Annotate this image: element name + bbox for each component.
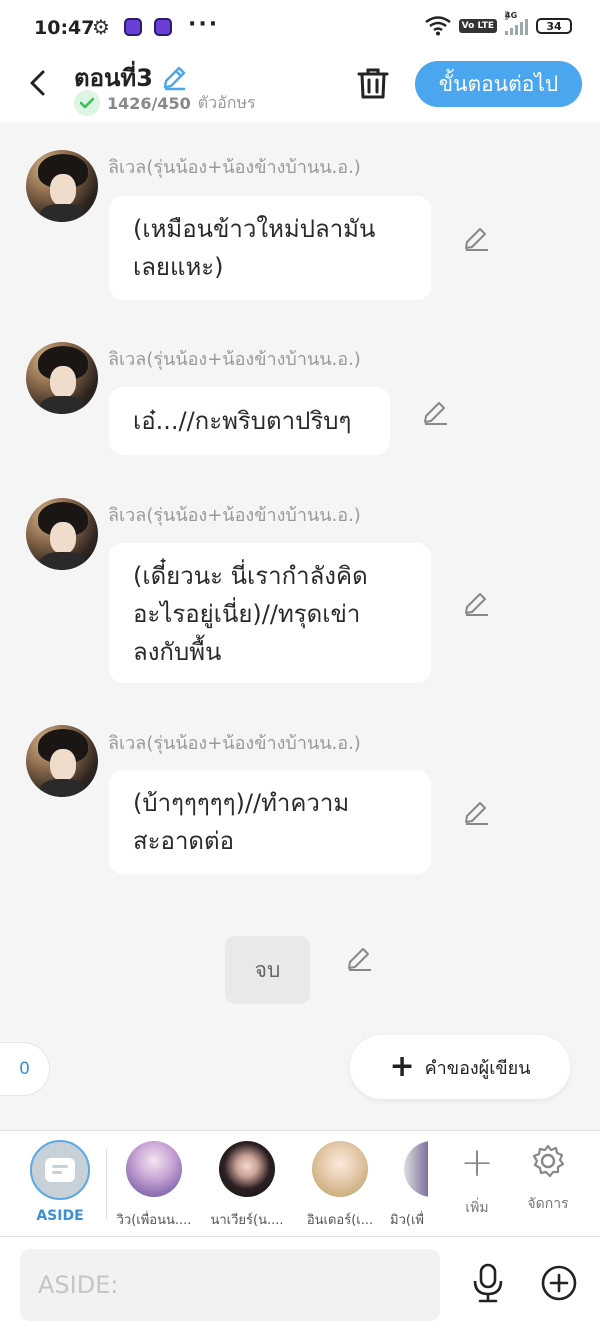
character-name: อินเดอร์(เ... <box>306 1213 374 1228</box>
edit-pencil-icon[interactable] <box>463 225 491 253</box>
aside-label: ASIDE <box>36 1208 84 1224</box>
manage-tab[interactable]: จัดการ <box>518 1143 578 1215</box>
avatar <box>312 1141 368 1197</box>
author-note-label: คำของผู้เขียน <box>424 1057 531 1079</box>
character-name: นาเวียร์(น.... <box>210 1213 284 1228</box>
avatar <box>404 1141 428 1197</box>
message-bubble[interactable]: (เดี๋ยวนะ นี่เรากำลังคิด อะไรอยู่เนี่ย)/… <box>109 543 431 683</box>
divider <box>106 1149 107 1219</box>
edit-pencil-icon[interactable] <box>346 945 374 973</box>
edit-pencil-icon[interactable] <box>422 399 450 427</box>
character-item[interactable]: นาเวียร์(น.... <box>202 1141 292 1230</box>
gear-icon <box>532 1144 565 1178</box>
edit-pencil-icon[interactable] <box>463 799 491 827</box>
aside-icon <box>30 1140 90 1200</box>
character-item[interactable]: มิว(เพื่ <box>390 1141 428 1230</box>
character-count: 1426/450 ตัวอักษร <box>74 90 256 116</box>
character-count-value: 1426/450 <box>107 93 191 113</box>
more-notifications-icon: ··· <box>188 12 220 37</box>
message-line: (เหมือนข้าวใหม่ปลามัน <box>133 215 376 243</box>
message-bubble[interactable]: (เหมือนข้าวใหม่ปลามัน เลยแหะ) <box>109 196 431 300</box>
next-step-button[interactable]: ขั้นตอนต่อไป <box>415 61 582 107</box>
character-item[interactable]: วิว(เพื่อนน.... <box>109 1141 199 1230</box>
aside-tab[interactable]: ASIDE <box>30 1140 90 1224</box>
edit-pencil-icon[interactable] <box>463 590 491 618</box>
message-input-bar <box>0 1237 600 1333</box>
sender-name: ลิเวล(รุ่นน้อง+น้องข้างบ้านน.อ.) <box>108 349 361 370</box>
avatar <box>126 1141 182 1197</box>
message-line: ลงกับพื้น <box>133 638 222 666</box>
message-line: สะอาดต่อ <box>133 827 235 855</box>
check-icon <box>74 90 100 116</box>
end-marker[interactable]: จบ <box>225 936 310 1004</box>
add-character-tab[interactable]: + เพิ่ม <box>452 1143 502 1219</box>
message-line: (เดี๋ยวนะ นี่เรากำลังคิด <box>133 562 368 590</box>
sender-name: ลิเวล(รุ่นน้อง+น้องข้างบ้านน.อ.) <box>108 505 361 526</box>
back-arrow-icon[interactable] <box>24 68 54 98</box>
plus-icon: + <box>389 1049 415 1084</box>
wifi-icon <box>424 16 451 36</box>
message-line: (บ้าๆๆๆๆๆ)//ทำความ <box>133 789 350 817</box>
battery-level: 34 <box>546 19 562 33</box>
add-label: เพิ่ม <box>465 1200 489 1216</box>
message-line: เลยแหะ) <box>133 253 224 281</box>
character-name: มิว(เพื่ <box>390 1213 424 1228</box>
settings-gear-icon: ⚙ <box>92 15 110 39</box>
battery-icon: 34 <box>536 18 572 34</box>
message-input[interactable] <box>20 1249 440 1321</box>
message-line: อะไรอยู่เนี่ย)//ทรุดเข่า <box>133 600 361 628</box>
comment-counter-value: 0 <box>19 1059 30 1079</box>
add-circle-icon[interactable] <box>540 1264 578 1302</box>
message-line: เอ๋...//กะพริบตาปริบๆ <box>133 407 352 435</box>
avatar <box>219 1141 275 1197</box>
sender-name: ลิเวล(รุ่นน้อง+น้องข้างบ้านน.อ.) <box>108 733 361 754</box>
network-type: 4G <box>505 11 518 20</box>
app-notification-icon <box>124 18 142 36</box>
character-name: วิว(เพื่อนน.... <box>116 1213 192 1228</box>
avatar[interactable] <box>26 725 98 797</box>
sender-name: ลิเวล(รุ่นน้อง+น้องข้างบ้านน.อ.) <box>108 157 361 178</box>
author-note-button[interactable]: + คำของผู้เขียน <box>350 1035 570 1099</box>
message-bubble[interactable]: เอ๋...//กะพริบตาปริบๆ <box>109 387 390 455</box>
character-item[interactable]: อินเดอร์(เ... <box>295 1141 385 1230</box>
volte-icon: Vo LTE <box>458 19 497 33</box>
avatar[interactable] <box>26 342 98 414</box>
plus-icon: + <box>460 1140 494 1186</box>
end-marker-label: จบ <box>254 957 281 982</box>
comment-counter[interactable]: 0 <box>0 1042 50 1096</box>
trash-icon[interactable] <box>356 66 390 100</box>
signal-icon: 4G <box>505 11 528 35</box>
avatar[interactable] <box>26 150 98 222</box>
message-bubble[interactable]: (บ้าๆๆๆๆๆ)//ทำความ สะอาดต่อ <box>109 770 431 874</box>
status-bar: 10:47 ⚙ ··· Vo LTE 4G 34 <box>0 0 600 56</box>
app-notification-icon <box>154 18 172 36</box>
manage-label: จัดการ <box>527 1196 569 1212</box>
avatar[interactable] <box>26 498 98 570</box>
status-time: 10:47 <box>34 17 95 39</box>
edit-title-icon[interactable] <box>161 65 187 91</box>
character-selector-bar: ASIDE วิว(เพื่อนน.... นาเวียร์(น.... อิน… <box>0 1130 600 1237</box>
microphone-icon[interactable] <box>470 1263 506 1303</box>
character-count-unit: ตัวอักษร <box>197 92 256 112</box>
episode-header: ตอนที่3 1426/450 ตัวอักษร ขั้นตอนต่อไป <box>0 56 600 122</box>
